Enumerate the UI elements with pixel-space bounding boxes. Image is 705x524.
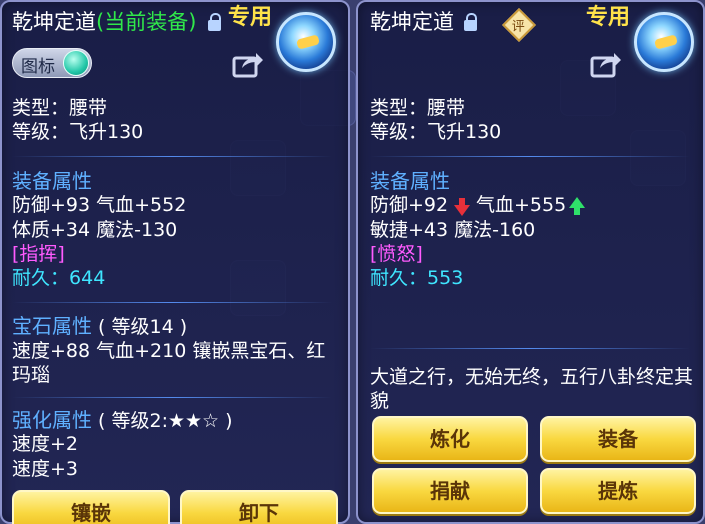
current-equipment-panel: 乾坤定道(当前装备) 专用 图标 类型：腰带 等级：飞升130 装备属性 防御+… [0, 0, 350, 524]
equip-attr-header: 装备属性 [12, 169, 92, 193]
equip-button[interactable]: 装备 [540, 416, 696, 462]
gem-attr-header: 宝石属性 [12, 314, 92, 338]
divider [370, 156, 690, 157]
item-level: 等级：飞升130 [12, 121, 144, 143]
special-skill: [愤怒] [370, 243, 423, 265]
gem-level: ( 等级14 ) [98, 316, 188, 338]
rate-badge-label: 评 [511, 19, 525, 35]
enhance-attr-header: 强化属性 [12, 408, 92, 432]
item-level: 等级：飞升130 [370, 121, 502, 143]
divider [12, 156, 332, 157]
gem-desc: 速度+88 气血+210 镶嵌黑宝石、红玛瑙 [12, 340, 326, 386]
divider [12, 397, 332, 398]
gem-attr: 宝石属性 ( 等级14 ) [12, 314, 187, 339]
durability-value: 553 [427, 267, 464, 289]
special-skill: [指挥] [12, 243, 65, 265]
refine-button[interactable]: 炼化 [372, 416, 528, 462]
attr-line-2: 敏捷+43 魔法-160 [370, 219, 536, 241]
donate-button[interactable]: 捐献 [372, 468, 528, 514]
attr-line-1: 防御+93 气血+552 [12, 194, 187, 216]
item-emblem-icon [634, 12, 694, 72]
purify-button[interactable]: 提炼 [540, 468, 696, 514]
unequip-button[interactable]: 卸下 [180, 490, 338, 524]
durability-value: 644 [69, 267, 106, 289]
inlay-button[interactable]: 镶嵌 [12, 490, 170, 524]
exclusive-label: 专用 [228, 5, 273, 30]
attr-line-1a: 防御+92 [370, 194, 449, 216]
enhance-level: ( 等级2:★★☆ ) [98, 410, 233, 432]
equip-attr-header: 装备属性 [370, 169, 450, 193]
attr-line-2: 体质+34 魔法-130 [12, 219, 178, 241]
share-icon[interactable] [590, 50, 622, 78]
enhance-attr: 强化属性 ( 等级2:★★☆ ) [12, 408, 233, 433]
attr-line-1b: 气血+555 [476, 194, 567, 216]
share-icon[interactable] [232, 50, 264, 78]
item-title: 乾坤定道(当前装备) [12, 10, 196, 34]
current-equip-tag: (当前装备) [96, 10, 197, 34]
durability: 耐久：644 [12, 266, 105, 290]
exclusive-label: 专用 [586, 5, 631, 30]
enhance-line-1: 速度+2 [12, 433, 79, 455]
stat-down-arrow-icon [454, 198, 470, 216]
item-emblem-icon [276, 12, 336, 72]
durability-label: 耐久： [370, 267, 428, 289]
divider [12, 302, 332, 303]
item-type: 类型：腰带 [370, 97, 466, 119]
item-name: 乾坤定道 [12, 10, 96, 34]
durability-label: 耐久： [12, 267, 70, 289]
enhance-line-2: 速度+3 [12, 458, 79, 480]
item-name: 乾坤定道 [370, 10, 454, 34]
item-type: 类型：腰带 [12, 97, 108, 119]
lock-icon [208, 13, 221, 31]
toggle-knob-icon [63, 50, 89, 76]
icon-toggle[interactable]: 图标 [12, 48, 92, 78]
divider [370, 348, 690, 349]
durability: 耐久：553 [370, 266, 463, 290]
stat-up-arrow-icon [569, 197, 585, 215]
lock-icon [464, 13, 477, 31]
rate-badge-icon[interactable]: 评 [502, 8, 536, 42]
compare-equipment-panel: 乾坤定道 评 专用 类型：腰带 等级：飞升130 装备属性 防御+92 气血+5… [356, 0, 705, 524]
item-description: 大道之行，无始无终，五行八卦终定其貌 [370, 366, 694, 412]
icon-toggle-label: 图标 [21, 57, 55, 77]
